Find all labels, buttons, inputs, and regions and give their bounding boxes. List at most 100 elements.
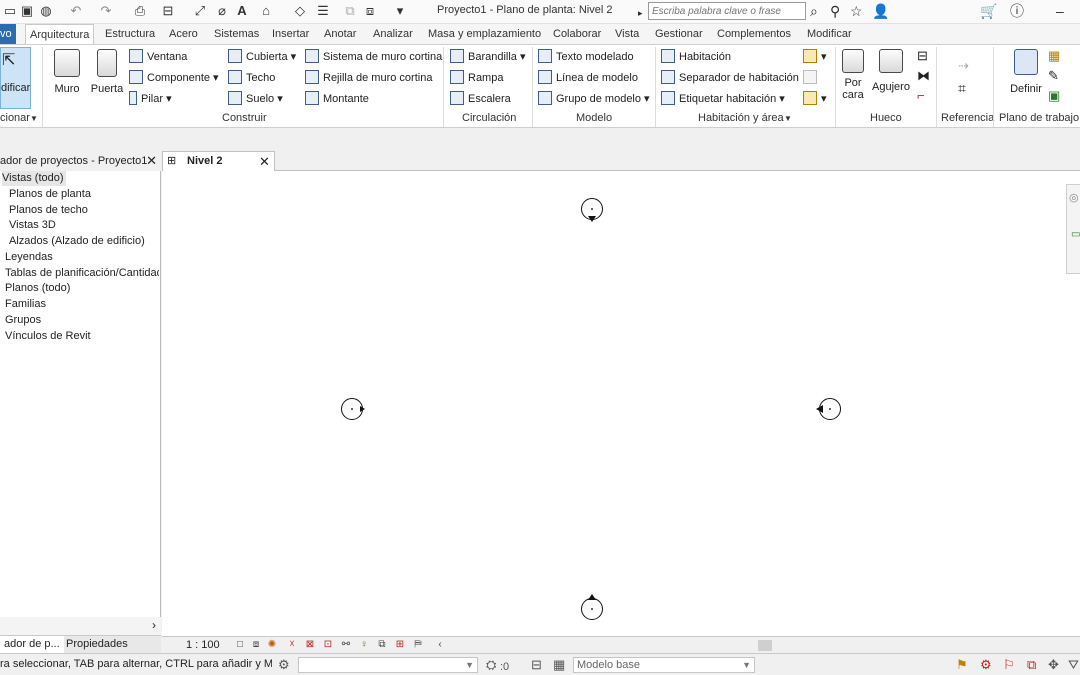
favorites-star-icon[interactable]: ☆: [850, 3, 863, 19]
tab-gestionar[interactable]: Gestionar: [655, 24, 703, 44]
search-expand-icon[interactable]: ▸: [638, 5, 643, 21]
cart-icon[interactable]: 🛒: [980, 3, 997, 19]
minimize-icon[interactable]: –: [1056, 3, 1064, 19]
view-horizontal-scrollbar[interactable]: [758, 640, 772, 651]
by-face-button[interactable]: Por cara: [840, 49, 866, 101]
3d-view-icon[interactable]: ⌂: [258, 3, 274, 19]
area-button[interactable]: ▾: [803, 48, 827, 66]
ramp-button[interactable]: Rampa: [450, 69, 503, 87]
tree-item-vistas-3d[interactable]: Vistas 3D: [9, 218, 56, 233]
elevation-marker-south[interactable]: [581, 594, 603, 620]
elevation-marker-east[interactable]: [816, 398, 841, 420]
ceiling-button[interactable]: Techo: [228, 69, 275, 87]
room-separator-button[interactable]: Separador de habitación: [661, 69, 799, 87]
set-workplane-button[interactable]: Definir: [1006, 49, 1046, 95]
datum-panel-label[interactable]: Referencia: [941, 112, 994, 124]
text-icon[interactable]: A: [234, 3, 250, 19]
tab-anotar[interactable]: Anotar: [324, 24, 356, 44]
build-panel-label[interactable]: Construir: [222, 112, 267, 124]
room-button[interactable]: Habitación: [661, 48, 731, 66]
elevation-marker-west[interactable]: [341, 398, 365, 420]
tag-icon[interactable]: ⌀: [214, 3, 230, 19]
tag-room-button[interactable]: Etiquetar habitación ▾: [661, 90, 785, 108]
tree-item-planos[interactable]: Planos (todo): [5, 281, 70, 296]
design-option-dropdown[interactable]: Modelo base ▼: [573, 657, 755, 673]
workplane-panel-label[interactable]: Plano de trabajo: [999, 112, 1079, 124]
help-icon[interactable]: ⓘ: [1010, 3, 1024, 19]
model-line-button[interactable]: Línea de modelo: [538, 69, 638, 87]
tree-item-tablas[interactable]: Tablas de planificación/Cantidades: [5, 266, 159, 281]
subscription-icon[interactable]: ⚲: [830, 3, 840, 19]
tab-project-browser[interactable]: ador de p...: [0, 636, 64, 654]
level-icon[interactable]: ⇢: [958, 57, 969, 75]
room-area-panel-label[interactable]: Habitación y área: [698, 112, 784, 124]
select-underlay-icon[interactable]: ⚙: [980, 657, 992, 673]
tab-insertar[interactable]: Insertar: [272, 24, 309, 44]
sun-path-icon[interactable]: ✺: [266, 639, 278, 651]
navigation-bar[interactable]: ◎ ▭: [1066, 184, 1080, 274]
binoculars-icon[interactable]: ⌕: [810, 3, 818, 19]
tab-vista[interactable]: Vista: [615, 24, 639, 44]
undo-icon[interactable]: ↶: [68, 3, 84, 19]
sync-icon[interactable]: ◍: [38, 3, 54, 19]
tab-complementos[interactable]: Complementos: [717, 24, 791, 44]
tree-item-planos-planta[interactable]: Planos de planta: [9, 187, 91, 202]
model-text-button[interactable]: Texto modelado: [538, 48, 634, 66]
analytical-model-icon[interactable]: ⊞: [394, 639, 406, 651]
close-view-icon[interactable]: ✕: [259, 152, 270, 171]
tab-file[interactable]: vo: [0, 24, 16, 44]
scroll-right-icon[interactable]: ›: [152, 618, 156, 632]
shadows-icon[interactable]: ☓: [286, 639, 298, 651]
highlight-displacement-icon[interactable]: ⛿: [412, 639, 424, 651]
filter-icon[interactable]: ⛛: [1068, 657, 1079, 673]
visual-style-icon[interactable]: ⧈: [250, 639, 262, 651]
tab-acero[interactable]: Acero: [169, 24, 198, 44]
model-panel-label[interactable]: Modelo: [576, 112, 612, 124]
column-button[interactable]: Pilar ▾: [129, 90, 172, 108]
tag-area-button[interactable]: ▾: [803, 90, 827, 108]
detail-level-icon[interactable]: □: [234, 639, 246, 651]
door-button[interactable]: Puerta: [90, 49, 124, 95]
elevation-marker-north[interactable]: [581, 198, 603, 222]
editable-only-icon[interactable]: ⛭: [486, 657, 496, 673]
measure-icon[interactable]: ⊟: [160, 3, 176, 19]
dimension-icon[interactable]: ⤢: [192, 3, 208, 19]
window-button[interactable]: Ventana: [129, 48, 187, 66]
switch-windows-icon[interactable]: ⧈: [362, 3, 378, 19]
area-boundary-button[interactable]: [803, 69, 821, 87]
tree-item-vinculos[interactable]: Vínculos de Revit: [5, 329, 91, 344]
browser-horizontal-scrollbar[interactable]: ›: [0, 617, 161, 635]
save-icon[interactable]: ▣: [19, 3, 35, 19]
tab-analizar[interactable]: Analizar: [373, 24, 413, 44]
railing-button[interactable]: Barandilla ▾: [450, 48, 526, 66]
tab-arquitectura[interactable]: Arquitectura: [25, 24, 95, 44]
select-by-face-icon[interactable]: ⧉: [1027, 657, 1036, 673]
wall-opening-icon[interactable]: ⊟: [917, 47, 928, 65]
grid-icon[interactable]: ⌗: [958, 79, 966, 97]
worksets-icon[interactable]: ⚙: [278, 657, 290, 673]
drag-elements-icon[interactable]: ✥: [1048, 657, 1059, 673]
search-input[interactable]: [648, 2, 806, 20]
stair-button[interactable]: Escalera: [450, 90, 511, 108]
select-panel-label[interactable]: cionar: [0, 112, 30, 124]
select-dropdown-icon[interactable]: ▼: [30, 114, 38, 123]
ref-plane-icon[interactable]: ✎: [1048, 67, 1059, 85]
tree-item-alzados[interactable]: Alzados (Alzado de edificio): [9, 234, 145, 249]
tree-item-grupos[interactable]: Grupos: [5, 313, 41, 328]
roof-button[interactable]: Cubierta ▾: [228, 48, 296, 66]
tree-item-vistas[interactable]: Vistas (todo): [2, 171, 66, 186]
tab-sistemas[interactable]: Sistemas: [214, 24, 259, 44]
component-button[interactable]: Componente ▾: [129, 69, 219, 87]
wall-button[interactable]: Muro: [52, 49, 82, 95]
redo-icon[interactable]: ↷: [98, 3, 114, 19]
view-tab[interactable]: ⊞ Nivel 2 ✕: [162, 151, 275, 171]
user-icon[interactable]: 👤: [872, 3, 889, 19]
view-scale[interactable]: 1 : 100: [186, 639, 220, 651]
tab-masa[interactable]: Masa y emplazamiento: [428, 24, 541, 44]
show-workplane-icon[interactable]: ▦: [1048, 47, 1060, 65]
select-links-icon[interactable]: ⚑: [956, 657, 968, 673]
worksharing-icon[interactable]: ⧉: [376, 639, 388, 651]
temp-hide-icon[interactable]: ⚯: [340, 639, 352, 651]
tab-modificar[interactable]: Modificar: [807, 24, 852, 44]
vertical-opening-icon[interactable]: ⧓: [917, 67, 930, 85]
